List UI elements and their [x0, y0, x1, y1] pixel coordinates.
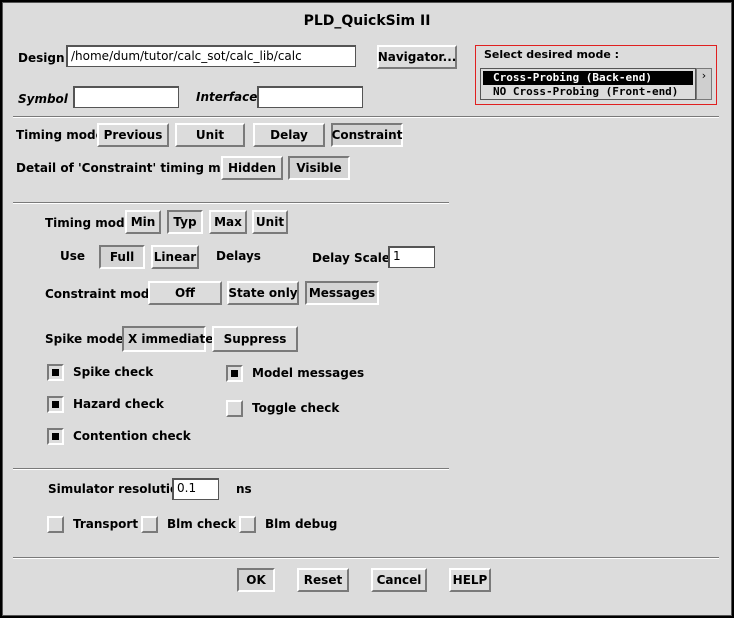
timing-previous-button[interactable]: Previous — [97, 123, 169, 147]
constraint-mode-label: Constraint mode — [45, 287, 158, 301]
window-title: PLD_QuickSim II — [303, 13, 431, 29]
detail-visible-button[interactable]: Visible — [288, 156, 350, 180]
sim-resolution-input[interactable]: 0.1 — [172, 478, 219, 500]
spike-x-immediate-button[interactable]: X immediate — [122, 326, 213, 352]
toggle-check-checkbox[interactable] — [226, 400, 243, 417]
mode-option-no-cross-probing[interactable]: NO Cross-Probing (Front-end) — [483, 85, 693, 99]
interface-input[interactable] — [257, 86, 363, 108]
timing-inner-unit-button[interactable]: Unit — [252, 210, 288, 234]
design-path-input[interactable]: /home/dum/tutor/calc_sot/calc_lib/calc — [66, 45, 356, 67]
scroll-arrow-icon: › — [701, 69, 707, 82]
mode-select-panel: Select desired mode : Cross-Probing (Bac… — [475, 45, 717, 105]
interface-label: Interface — [196, 90, 258, 104]
timing-max-button[interactable]: Max — [209, 210, 247, 234]
separator — [13, 557, 719, 559]
sim-resolution-unit: ns — [236, 482, 252, 496]
mode-list[interactable]: Cross-Probing (Back-end) NO Cross-Probin… — [480, 68, 696, 100]
timing-mode-label: Timing mode — [16, 128, 104, 142]
spike-model-label: Spike model — [45, 332, 128, 346]
delay-scale-label: Delay Scale — [312, 251, 391, 265]
mode-list-scrollbar[interactable]: › — [696, 68, 712, 100]
constraint-off-button[interactable]: Off — [148, 281, 222, 305]
symbol-label: Symbol — [18, 92, 68, 106]
ok-button[interactable]: OK — [237, 568, 275, 592]
mode-option-cross-probing[interactable]: Cross-Probing (Back-end) — [483, 71, 693, 85]
detail-label: Detail of 'Constraint' timing mode — [16, 161, 246, 175]
transport-checkbox[interactable] — [47, 516, 64, 533]
constraint-state-only-button[interactable]: State only — [227, 281, 299, 305]
help-button[interactable]: HELP — [449, 568, 491, 592]
inner-timing-mode-label: Timing mode — [45, 216, 133, 230]
detail-hidden-button[interactable]: Hidden — [221, 156, 283, 180]
delays-label: Delays — [216, 249, 261, 263]
separator — [13, 468, 449, 470]
spike-suppress-button[interactable]: Suppress — [212, 326, 298, 352]
dialog-window: PLD_QuickSim II Design /home/dum/tutor/c… — [2, 2, 732, 616]
hazard-check-checkbox[interactable] — [47, 396, 64, 413]
timing-delay-button[interactable]: Delay — [253, 123, 325, 147]
blm-check-label: Blm check — [167, 517, 236, 531]
use-label: Use — [60, 249, 86, 263]
mode-select-label: Select desired mode : — [484, 48, 620, 61]
sim-resolution-label: Simulator resolution — [48, 482, 187, 496]
navigator-button[interactable]: Navigator... — [377, 45, 457, 69]
symbol-input[interactable] — [73, 86, 179, 108]
cancel-button[interactable]: Cancel — [371, 568, 427, 592]
contention-check-label: Contention check — [73, 429, 191, 443]
reset-button[interactable]: Reset — [297, 568, 349, 592]
toggle-check-label: Toggle check — [252, 401, 340, 415]
design-label: Design — [18, 51, 65, 65]
timing-unit-button[interactable]: Unit — [175, 123, 245, 147]
use-linear-button[interactable]: Linear — [151, 245, 199, 269]
timing-min-button[interactable]: Min — [125, 210, 161, 234]
use-full-button[interactable]: Full — [99, 245, 145, 269]
blm-check-checkbox[interactable] — [141, 516, 158, 533]
constraint-messages-button[interactable]: Messages — [305, 281, 379, 305]
separator — [13, 116, 719, 118]
blm-debug-label: Blm debug — [265, 517, 338, 531]
delay-scale-input[interactable]: 1 — [388, 246, 435, 268]
model-messages-checkbox[interactable] — [226, 365, 243, 382]
spike-check-checkbox[interactable] — [47, 364, 64, 381]
hazard-check-label: Hazard check — [73, 397, 164, 411]
blm-debug-checkbox[interactable] — [239, 516, 256, 533]
contention-check-checkbox[interactable] — [47, 428, 64, 445]
transport-label: Transport — [73, 517, 139, 531]
timing-typ-button[interactable]: Typ — [167, 210, 203, 234]
model-messages-label: Model messages — [252, 366, 365, 380]
timing-constraint-button[interactable]: Constraint — [331, 123, 403, 147]
spike-check-label: Spike check — [73, 365, 154, 379]
separator — [13, 202, 449, 204]
